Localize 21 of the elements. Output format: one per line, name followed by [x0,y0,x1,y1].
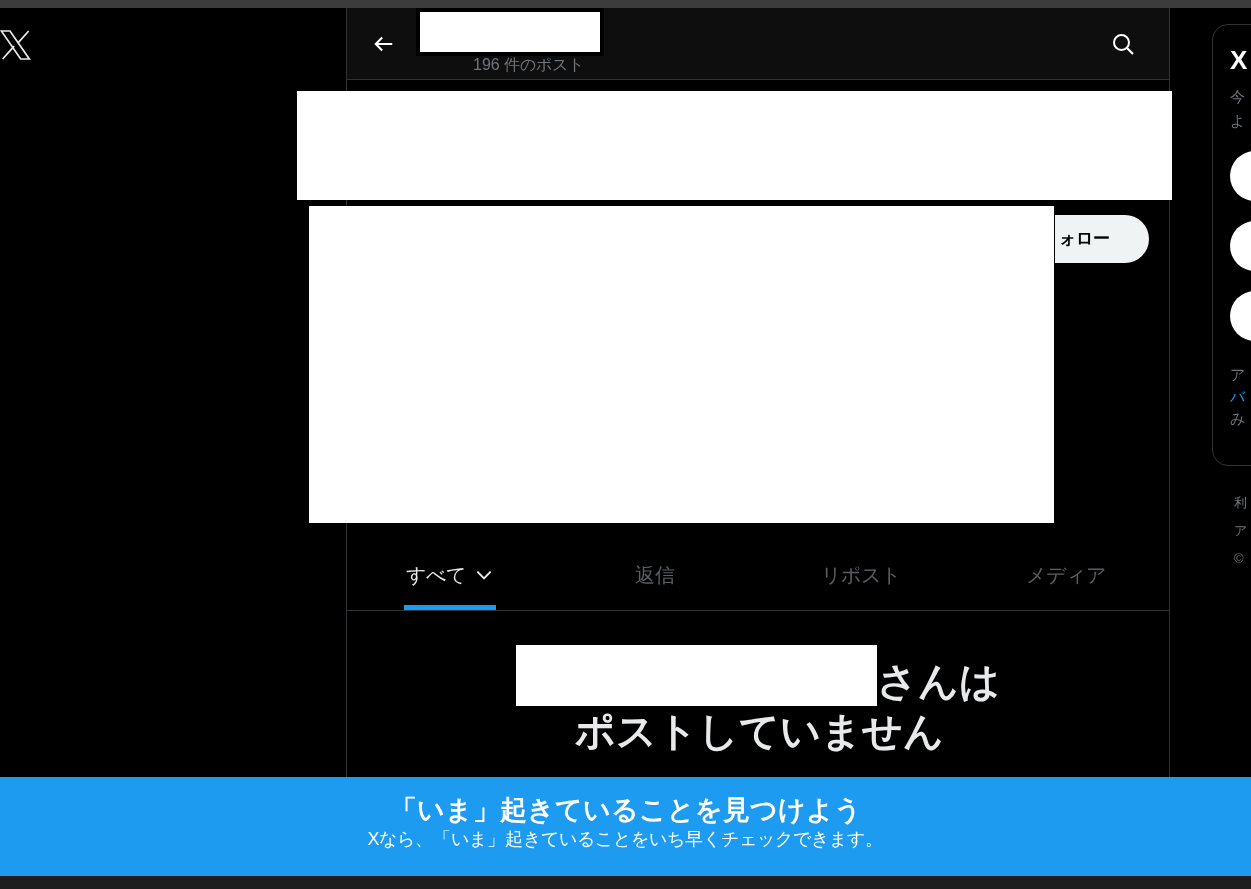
card-title: X [1230,45,1248,75]
follow-button[interactable]: ォロー [1055,215,1149,263]
tab[interactable]: リポスト [818,544,903,610]
tab[interactable]: メディア [1024,544,1109,610]
banner-subtitle: Xなら、「いま」起きていることをいち早くチェックできます。 [367,828,884,851]
empty-state-title: ポストしていません [574,708,944,755]
footer-link[interactable]: © [1234,550,1244,568]
tab[interactable]: すべて [403,544,496,610]
card-text: よ [1230,111,1245,131]
tab[interactable]: 返信 [633,544,678,610]
footer-link[interactable]: ア [1234,522,1247,540]
search-icon[interactable] [1111,31,1135,56]
x-logo-icon[interactable] [0,28,32,62]
terms-link[interactable]: バ [1230,386,1245,408]
card-text: み [1230,409,1245,429]
card-text: 今 [1230,87,1245,107]
post-count: 196 件のポスト [473,55,585,75]
empty-state-title: さんは [877,658,1000,705]
footer-link[interactable]: 利 [1234,494,1247,512]
banner-title: 「いま」起きていることを見つけよう [389,794,862,827]
card-text: ア [1230,365,1245,385]
